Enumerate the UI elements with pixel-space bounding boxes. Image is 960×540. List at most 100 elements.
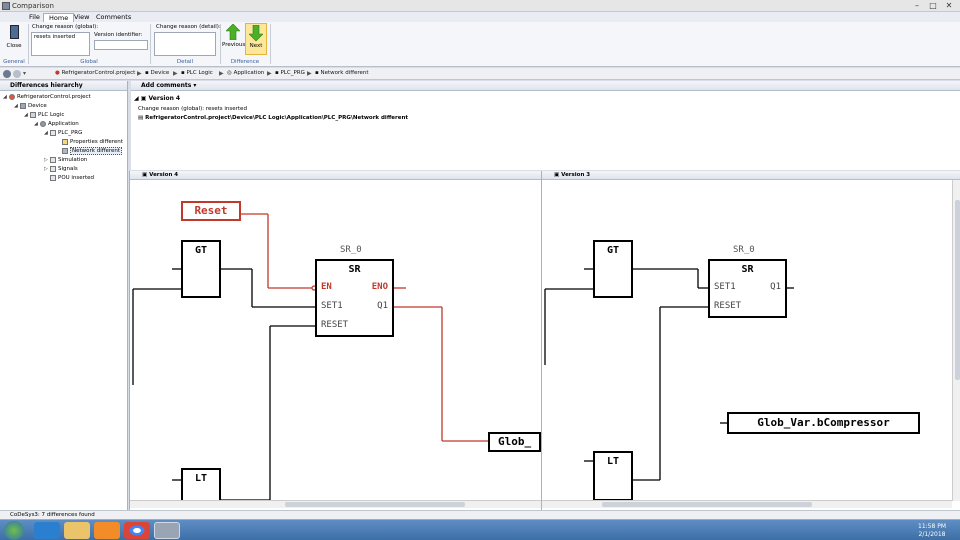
tree-item-project[interactable]: ◢ RefrigeratorControl.project (3, 93, 91, 101)
breadcrumb-device[interactable]: ▪ Device (145, 70, 169, 76)
sr-instance-name: SR_0 (340, 245, 362, 255)
chevron-right-icon: ▶ (267, 70, 272, 77)
diagram-version-3-title: ▣ Version 3 (542, 171, 960, 180)
close-icon (9, 25, 19, 39)
project-icon (9, 93, 15, 100)
ribbon-separator (150, 24, 151, 64)
add-comments-button[interactable]: Add comments ▾ (141, 82, 196, 89)
clock-date: 2/1/2018 (918, 531, 946, 538)
group-detail-label: Detail (176, 59, 194, 65)
back-icon[interactable] (3, 70, 11, 78)
previous-button[interactable]: Previous (222, 23, 246, 48)
arrow-up-icon (225, 23, 241, 41)
eno-pin: ENO (371, 282, 388, 292)
sr-block-type: SR (741, 264, 754, 275)
clock[interactable]: 11:58 PM 2/1/2018 (918, 523, 946, 539)
breadcrumb-application[interactable]: ◎ Application (227, 70, 264, 76)
window-title: Comparison (12, 2, 54, 10)
group-difference-label: Difference (230, 59, 260, 65)
lt-block[interactable]: LT (593, 451, 633, 501)
tree-item-signals[interactable]: ▷ Signals (44, 165, 78, 173)
sr-block-type: SR (348, 264, 361, 275)
glob-var-output[interactable]: Glob_ (488, 432, 541, 452)
maximize-button[interactable]: □ (926, 1, 940, 10)
scroll-thumb[interactable] (285, 502, 465, 507)
previous-label: Previous (222, 42, 246, 48)
tree-item-device[interactable]: ◢ Device (14, 102, 47, 110)
chevron-right-icon: ▶ (137, 70, 142, 77)
sr-block[interactable]: SR EN ENO SET1 Q1 RESET (315, 259, 394, 337)
next-button[interactable]: Next (245, 23, 267, 55)
ribbon-separator (220, 24, 221, 64)
folder-icon (50, 165, 56, 172)
arrow-down-icon (248, 24, 264, 42)
vertical-scrollbar[interactable] (952, 180, 960, 501)
status-text: CoDeSys3: 7 differences found (10, 512, 95, 518)
gt-block[interactable]: GT (593, 240, 633, 298)
tree-item-plc-prg[interactable]: ◢ PLC_PRG (44, 129, 82, 137)
close-button[interactable]: Close (4, 25, 24, 49)
tree-item-pou-inserted[interactable]: POU inserted (44, 174, 94, 182)
device-icon (20, 102, 26, 109)
sr-instance-name: SR_0 (733, 245, 755, 255)
breadcrumb: ▾ ● RefrigeratorControl.project ▶ ▪ Devi… (0, 68, 960, 80)
pou-icon (50, 174, 56, 181)
set1-pin: SET1 (714, 282, 736, 292)
scroll-thumb[interactable] (602, 502, 812, 507)
info-path: ▤ RefrigeratorControl.project\Device\PLC… (138, 115, 408, 121)
breadcrumb-plc-prg[interactable]: ▪ PLC_PRG (275, 70, 305, 76)
media-player-icon[interactable] (94, 522, 120, 539)
forward-icon[interactable] (13, 70, 21, 78)
folder-icon (50, 156, 56, 163)
sr-block[interactable]: SR SET1 Q1 RESET (708, 259, 787, 318)
tree-item-plc-logic[interactable]: ◢ PLC Logic (24, 111, 64, 119)
ribbon: Close General Change reason (global): re… (0, 22, 960, 67)
change-reason-detail-field[interactable] (154, 32, 216, 56)
diagram-version-4: ▣ Version 4 Reset GT SR_0 SR EN ENO SET1… (129, 171, 541, 510)
close-window-button[interactable]: ✕ (942, 1, 956, 10)
set1-pin: SET1 (321, 301, 343, 311)
differences-hierarchy-pane: Differences hierarchy ◢ RefrigeratorContr… (0, 81, 128, 510)
tree-item-application[interactable]: ◢ Application (34, 120, 79, 128)
properties-icon (62, 138, 68, 145)
glob-var-output[interactable]: Glob_Var.bCompressor (727, 412, 920, 434)
application-icon (40, 120, 46, 127)
breadcrumb-network-different[interactable]: ▪ Network different (315, 70, 369, 76)
version-identifier-label: Version identifier: (94, 32, 143, 38)
chrome-icon[interactable] (124, 522, 150, 539)
internet-explorer-icon[interactable] (34, 522, 60, 539)
minimize-button[interactable]: – (910, 1, 924, 10)
ribbon-separator (270, 24, 271, 64)
start-button[interactable] (4, 521, 24, 540)
q1-pin: Q1 (377, 301, 388, 311)
menu-comments[interactable]: Comments (91, 13, 136, 22)
reset-variable[interactable]: Reset (181, 201, 241, 221)
chevron-right-icon: ▶ (307, 70, 312, 77)
codesys-icon[interactable] (154, 522, 180, 539)
breadcrumb-plc-logic[interactable]: ▪ PLC Logic (181, 70, 213, 76)
change-reason-global-label: Change reason (global): (32, 24, 99, 30)
app-icon (2, 2, 10, 10)
horizontal-scrollbar[interactable] (130, 500, 541, 508)
breadcrumb-project[interactable]: ● RefrigeratorControl.project (55, 70, 135, 76)
change-reason-global-field[interactable]: resets inserted (31, 32, 90, 56)
title-bar: Comparison – □ ✕ (0, 0, 960, 12)
scroll-thumb[interactable] (955, 200, 960, 380)
en-pin: EN (321, 282, 332, 292)
file-explorer-icon[interactable] (64, 522, 90, 539)
horizontal-scrollbar[interactable] (542, 500, 952, 508)
q1-pin: Q1 (770, 282, 781, 292)
menu-file[interactable]: File (24, 13, 45, 22)
version-identifier-field[interactable] (94, 40, 148, 50)
change-reason-detail-label: Change reason (detail): (156, 24, 221, 30)
network-icon (62, 147, 68, 154)
info-pane: ◢ ▣ Version 4 Change reason (global): re… (131, 91, 960, 170)
taskbar: 11:58 PM 2/1/2018 (0, 519, 960, 540)
close-button-label: Close (6, 43, 22, 49)
gt-block[interactable]: GT (181, 240, 221, 298)
clock-time: 11:58 PM (918, 523, 946, 530)
tree-item-properties-different[interactable]: Properties different (62, 138, 123, 146)
tree-item-simulation[interactable]: ▷ Simulation (44, 156, 87, 164)
group-global-label: Global (80, 59, 98, 65)
tree-item-network-different[interactable]: Network different (62, 147, 123, 155)
